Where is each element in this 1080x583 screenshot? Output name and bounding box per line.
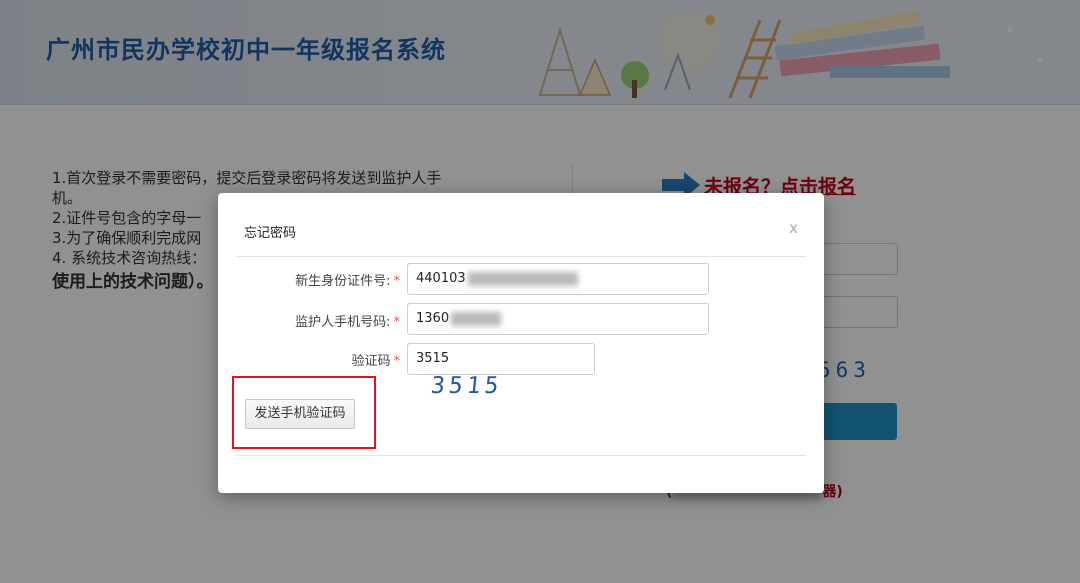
captcha-label: 验证码 * (351, 354, 400, 369)
close-icon[interactable]: x (789, 219, 798, 237)
guardian-phone-input[interactable]: 1360 (407, 303, 709, 335)
id-number-label: 新生身份证件号: * (295, 274, 400, 289)
captcha-input[interactable]: 3515 (407, 343, 595, 375)
id-number-input[interactable]: 440103 (407, 263, 709, 295)
guardian-phone-label: 监护人手机号码: * (295, 315, 400, 330)
dialog-divider-bottom (236, 455, 806, 456)
highlight-annotation-box (232, 376, 376, 449)
dialog-title: 忘记密码 (244, 226, 297, 241)
forgot-password-dialog: 忘记密码 x 新生身份证件号: * 440103 监护人手机号码: * 1360 验… (218, 193, 824, 493)
dialog-divider-top (236, 256, 806, 257)
captcha-image[interactable]: 3515 (430, 373, 504, 399)
